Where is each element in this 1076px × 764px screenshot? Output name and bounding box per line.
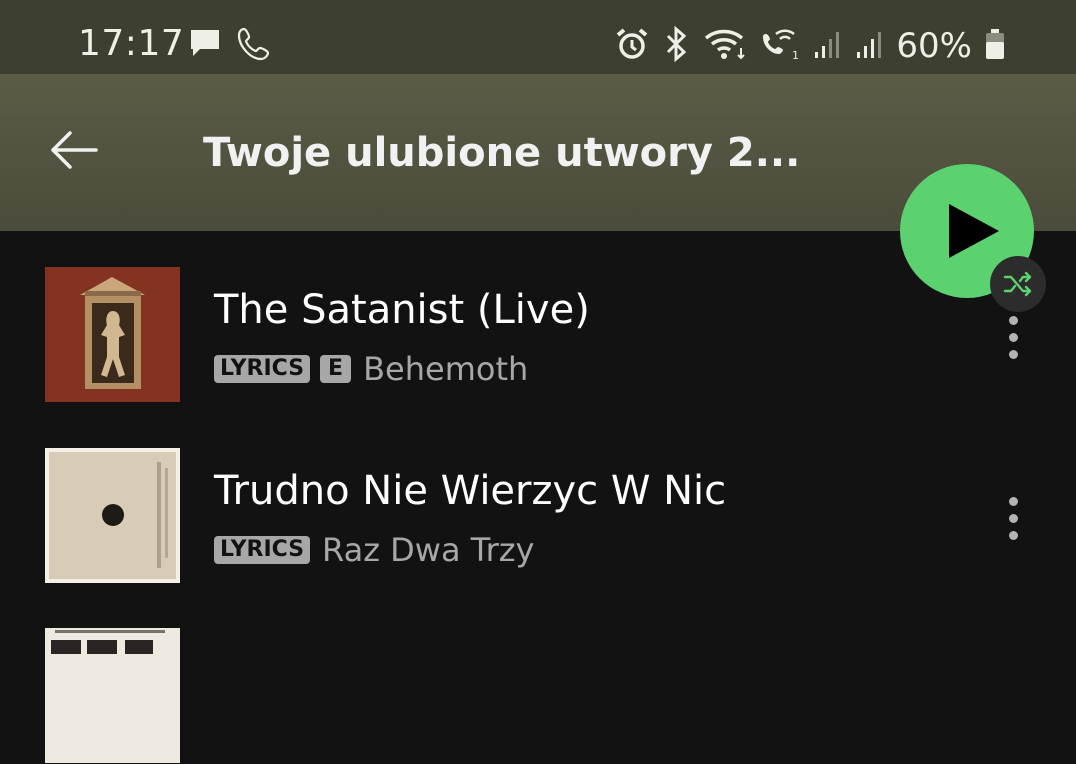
status-bar: 17:17 1 60% — [0, 0, 1076, 74]
album-cover — [45, 267, 180, 402]
lyrics-badge: LYRICS — [214, 536, 311, 564]
playlist-title: Twoje ulubione utwory 2... — [203, 130, 801, 176]
track-meta: LYRICS E Behemoth — [214, 349, 528, 389]
dot — [1008, 531, 1018, 540]
dot — [1008, 497, 1018, 506]
play-icon — [949, 204, 999, 258]
dot — [1008, 333, 1018, 342]
lyrics-badge: LYRICS — [214, 355, 311, 383]
status-time: 17:17 — [78, 23, 185, 64]
status-left-icons — [188, 26, 272, 66]
back-button[interactable] — [48, 130, 100, 170]
track-artist: Behemoth — [363, 350, 529, 388]
album-cover — [45, 448, 180, 583]
svg-text:1: 1 — [792, 49, 799, 62]
track-row[interactable]: The Satanist (Live) LYRICS E Behemoth — [0, 267, 1076, 403]
battery-percent: 60% — [896, 26, 972, 66]
signal-icon-2 — [854, 26, 884, 66]
bluetooth-icon — [662, 25, 692, 66]
dot — [1008, 350, 1018, 359]
status-icons: 1 60% — [614, 24, 1006, 68]
alarm-icon — [614, 26, 650, 66]
dot — [1008, 514, 1018, 523]
explicit-badge: E — [320, 355, 352, 383]
more-options-button[interactable] — [996, 311, 1030, 363]
track-title: The Satanist (Live) — [214, 287, 590, 333]
album-cover — [45, 628, 180, 763]
wifi-call-icon: 1 — [760, 26, 800, 66]
battery-icon — [984, 26, 1006, 66]
message-icon — [188, 26, 222, 66]
track-meta: LYRICS Raz Dwa Trzy — [214, 530, 534, 570]
track-title: Trudno Nie Wierzyc W Nic — [214, 468, 727, 514]
dot — [1008, 316, 1018, 325]
more-options-button[interactable] — [996, 492, 1030, 544]
wifi-icon — [704, 26, 748, 66]
arrow-left-icon — [51, 131, 98, 169]
track-row[interactable]: Trudno Nie Wierzyc W Nic LYRICS Raz Dwa … — [0, 448, 1076, 584]
phone-icon — [236, 26, 272, 66]
signal-icon — [812, 26, 842, 66]
track-artist: Raz Dwa Trzy — [322, 531, 535, 569]
track-row[interactable] — [0, 628, 1076, 764]
